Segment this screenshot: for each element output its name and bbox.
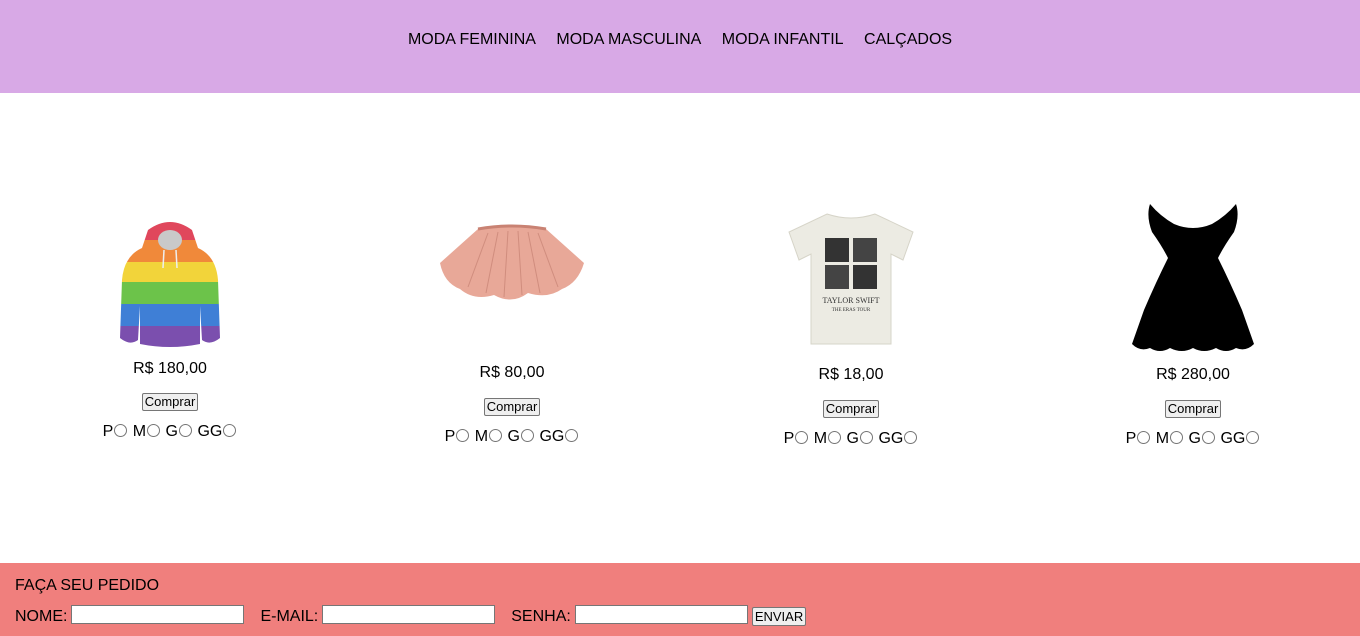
size-radio-gg[interactable] bbox=[565, 429, 579, 442]
top-header: MODA FEMININA MODA MASCULINA MODA INFANT… bbox=[0, 0, 1360, 93]
name-label: NOME: bbox=[15, 608, 68, 625]
size-radio-g[interactable] bbox=[860, 431, 873, 444]
nav-moda-feminina[interactable]: MODA FEMININA bbox=[408, 31, 536, 48]
buy-button[interactable]: Comprar bbox=[141, 393, 199, 411]
size-options: P M G GG bbox=[1078, 430, 1308, 448]
size-options: P M G GG bbox=[55, 423, 285, 441]
size-radio-g[interactable] bbox=[521, 429, 534, 442]
product-price: R$ 180,00 bbox=[133, 360, 207, 377]
size-radio-g[interactable] bbox=[1202, 431, 1215, 444]
nav-moda-masculina[interactable]: MODA MASCULINA bbox=[556, 31, 701, 48]
order-form: NOME: E-MAIL: SENHA: ENVIAR bbox=[15, 605, 807, 626]
size-radio-p[interactable] bbox=[795, 431, 809, 444]
size-label-gg: GG bbox=[878, 430, 904, 447]
main-nav: MODA FEMININA MODA MASCULINA MODA INFANT… bbox=[0, 31, 1360, 49]
taylor-swift-tshirt-image: TAYLOR SWIFT THE ERAS TOUR bbox=[787, 212, 915, 346]
product-card: R$ 180,00 Comprar P M G GG bbox=[55, 220, 285, 441]
buy-button[interactable]: Comprar bbox=[1164, 400, 1222, 418]
rainbow-hoodie-image bbox=[118, 220, 222, 348]
size-label-m: M bbox=[813, 430, 828, 447]
nav-calcados[interactable]: CALÇADOS bbox=[864, 31, 952, 48]
product-price: R$ 18,00 bbox=[818, 366, 884, 383]
product-card: R$ 80,00 Comprar P M G GG bbox=[397, 223, 627, 446]
size-options: P M G GG bbox=[736, 430, 966, 448]
size-options: P M G GG bbox=[397, 428, 627, 446]
password-label: SENHA: bbox=[511, 608, 571, 625]
shirt-print-subtext: THE ERAS TOUR bbox=[832, 308, 871, 313]
size-label-m: M bbox=[1155, 430, 1170, 447]
size-label-gg: GG bbox=[197, 423, 223, 440]
size-label-gg: GG bbox=[1220, 430, 1246, 447]
size-label-p: P bbox=[1125, 430, 1137, 447]
size-label-gg: GG bbox=[539, 428, 565, 445]
email-field[interactable] bbox=[322, 605, 496, 624]
size-label-p: P bbox=[783, 430, 795, 447]
size-label-g: G bbox=[1188, 430, 1201, 447]
size-label-g: G bbox=[165, 423, 178, 440]
product-price: R$ 280,00 bbox=[1156, 366, 1230, 383]
size-radio-gg[interactable] bbox=[904, 431, 918, 444]
size-radio-p[interactable] bbox=[456, 429, 470, 442]
size-label-p: P bbox=[444, 428, 456, 445]
size-radio-p[interactable] bbox=[114, 424, 128, 437]
product-price: R$ 80,00 bbox=[479, 364, 545, 381]
nav-moda-infantil[interactable]: MODA INFANTIL bbox=[722, 31, 844, 48]
size-radio-gg[interactable] bbox=[223, 424, 237, 437]
buy-button[interactable]: Comprar bbox=[483, 398, 541, 416]
email-label: E-MAIL: bbox=[260, 608, 319, 625]
size-radio-g[interactable] bbox=[179, 424, 192, 437]
size-label-g: G bbox=[846, 430, 859, 447]
size-radio-m[interactable] bbox=[828, 431, 842, 444]
password-field[interactable] bbox=[574, 605, 748, 624]
size-radio-m[interactable] bbox=[147, 424, 161, 437]
order-form-section: FAÇA SEU PEDIDO NOME: E-MAIL: SENHA: ENVIAR bbox=[0, 563, 1360, 636]
pink-skirt-image bbox=[438, 223, 586, 353]
send-button[interactable]: ENVIAR bbox=[751, 607, 807, 626]
size-radio-m[interactable] bbox=[1170, 431, 1184, 444]
order-title: FAÇA SEU PEDIDO bbox=[15, 577, 160, 594]
size-label-p: P bbox=[102, 423, 114, 440]
black-dress-image bbox=[1130, 202, 1256, 354]
size-label-m: M bbox=[132, 423, 147, 440]
size-label-m: M bbox=[474, 428, 489, 445]
buy-button[interactable]: Comprar bbox=[822, 400, 880, 418]
size-label-g: G bbox=[507, 428, 520, 445]
size-radio-p[interactable] bbox=[1137, 431, 1151, 444]
size-radio-gg[interactable] bbox=[1246, 431, 1260, 444]
product-card: R$ 280,00 Comprar P M G GG bbox=[1078, 202, 1308, 448]
name-field[interactable] bbox=[71, 605, 245, 624]
size-radio-m[interactable] bbox=[489, 429, 503, 442]
shirt-print-text: TAYLOR SWIFT bbox=[822, 296, 879, 305]
product-card: TAYLOR SWIFT THE ERAS TOUR R$ 18,00 Comp… bbox=[736, 212, 966, 448]
